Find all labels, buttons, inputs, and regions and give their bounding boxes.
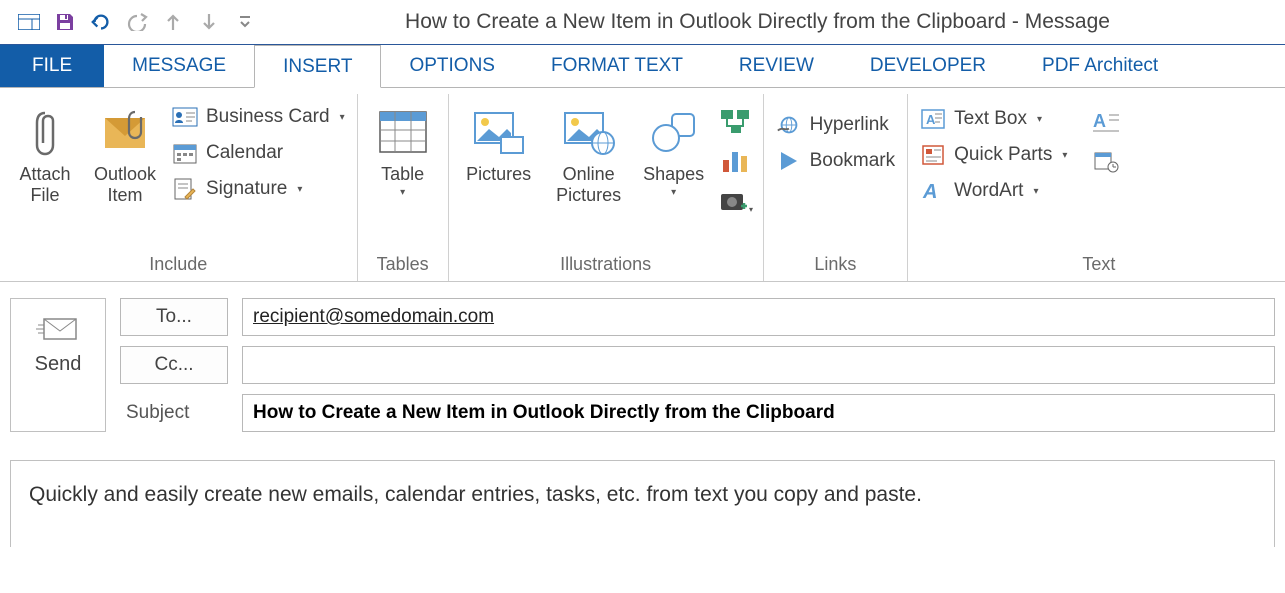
paperclip-icon xyxy=(30,102,60,162)
drop-cap-icon: A xyxy=(1091,109,1121,133)
send-button[interactable]: Send xyxy=(10,298,106,432)
group-include: Attach File Outlook Item Business Card ▾ xyxy=(0,94,358,281)
compose-header: Send To... Cc... Subject xyxy=(0,282,1285,432)
window-title: How to Create a New Item in Outlook Dire… xyxy=(270,10,1285,34)
bookmark-button[interactable]: Bookmark xyxy=(772,146,900,176)
text-box-button[interactable]: A Text Box ▾ xyxy=(916,104,1071,134)
previous-icon[interactable] xyxy=(162,11,184,33)
tab-format-text[interactable]: FORMAT TEXT xyxy=(523,45,711,87)
to-field[interactable] xyxy=(242,298,1275,336)
title-bar: How to Create a New Item in Outlook Dire… xyxy=(0,0,1285,45)
chart-icon xyxy=(721,148,751,174)
tab-review[interactable]: REVIEW xyxy=(711,45,842,87)
cc-button[interactable]: Cc... xyxy=(120,346,228,384)
group-label: Tables xyxy=(366,250,440,281)
group-tables: Table▾ Tables xyxy=(358,94,449,281)
group-text: A Text Box ▾ Quick Parts ▾ A WordA xyxy=(908,94,1133,281)
group-label: Text xyxy=(916,250,1125,281)
group-label: Illustrations xyxy=(457,250,755,281)
to-button[interactable]: To... xyxy=(120,298,228,336)
date-time-icon xyxy=(1093,149,1119,173)
outlook-item-icon xyxy=(101,102,149,162)
dropdown-arrow-icon: ▾ xyxy=(340,112,345,123)
ribbon-tabs: FILE MESSAGE INSERT OPTIONS FORMAT TEXT … xyxy=(0,45,1285,87)
online-pictures-button[interactable]: Online Pictures xyxy=(547,98,631,205)
shapes-button[interactable]: Shapes▾ xyxy=(637,98,711,198)
tab-insert[interactable]: INSERT xyxy=(254,45,381,88)
dropdown-arrow-icon: ▾ xyxy=(643,187,704,199)
drop-cap-button[interactable]: A xyxy=(1087,104,1125,138)
dropdown-arrow-icon: ▾ xyxy=(1037,114,1042,125)
chart-button[interactable] xyxy=(717,144,755,178)
hyperlink-button[interactable]: Hyperlink xyxy=(772,110,900,140)
dropdown-arrow-icon: ▾ xyxy=(297,184,302,195)
subject-field[interactable] xyxy=(242,394,1275,432)
ribbon: Attach File Outlook Item Business Card ▾ xyxy=(0,87,1285,282)
dropdown-arrow-icon: ▾ xyxy=(381,187,424,199)
business-card-button[interactable]: Business Card ▾ xyxy=(168,102,349,132)
quick-access-toolbar xyxy=(0,11,270,33)
tab-file[interactable]: FILE xyxy=(0,45,104,87)
quick-parts-icon xyxy=(920,142,946,168)
calendar-icon xyxy=(172,140,198,166)
svg-text:A: A xyxy=(926,112,936,127)
table-button[interactable]: Table▾ xyxy=(366,98,440,198)
bookmark-icon xyxy=(776,148,802,174)
message-body[interactable]: Quickly and easily create new emails, ca… xyxy=(10,460,1275,547)
dropdown-arrow-icon: ▾ xyxy=(1033,186,1038,197)
group-label: Include xyxy=(8,250,349,281)
shapes-icon xyxy=(650,102,698,162)
pictures-button[interactable]: Pictures xyxy=(457,98,541,185)
window-icon xyxy=(18,11,40,33)
customize-qat-icon[interactable] xyxy=(234,11,256,33)
business-card-icon xyxy=(172,104,198,130)
undo-icon[interactable] xyxy=(90,11,112,33)
tab-developer[interactable]: DEVELOPER xyxy=(842,45,1014,87)
signature-icon xyxy=(172,176,198,202)
svg-text:A: A xyxy=(1093,111,1106,131)
pictures-icon xyxy=(471,102,527,162)
group-links: Hyperlink Bookmark Links xyxy=(764,94,909,281)
redo-icon[interactable] xyxy=(126,11,148,33)
dropdown-arrow-icon: ▾ xyxy=(1062,150,1067,161)
tab-pdf-architect[interactable]: PDF Architect xyxy=(1014,45,1186,87)
quick-parts-button[interactable]: Quick Parts ▾ xyxy=(916,140,1071,170)
group-label: Links xyxy=(772,250,900,281)
next-icon[interactable] xyxy=(198,11,220,33)
screenshot-button[interactable]: ▾ xyxy=(717,184,755,218)
tab-message[interactable]: MESSAGE xyxy=(104,45,254,87)
svg-text:A: A xyxy=(922,181,937,202)
save-icon[interactable] xyxy=(54,11,76,33)
group-illustrations: Pictures Online Pictures Shapes▾ xyxy=(449,94,764,281)
text-box-icon: A xyxy=(920,106,946,132)
wordart-icon: A xyxy=(920,178,946,204)
subject-label: Subject xyxy=(120,402,228,424)
wordart-button[interactable]: A WordArt ▾ xyxy=(916,176,1071,206)
outlook-item-button[interactable]: Outlook Item xyxy=(88,98,162,205)
svg-text:▾: ▾ xyxy=(749,205,753,214)
calendar-button[interactable]: Calendar xyxy=(168,138,349,168)
screenshot-icon: ▾ xyxy=(719,188,753,214)
online-pictures-icon xyxy=(561,102,617,162)
send-icon xyxy=(36,313,80,345)
smartart-icon xyxy=(719,108,753,134)
hyperlink-icon xyxy=(776,112,802,138)
tab-options[interactable]: OPTIONS xyxy=(381,45,523,87)
attach-file-button[interactable]: Attach File xyxy=(8,98,82,205)
cc-field[interactable] xyxy=(242,346,1275,384)
date-time-button[interactable] xyxy=(1087,144,1125,178)
signature-button[interactable]: Signature ▾ xyxy=(168,174,349,204)
table-icon xyxy=(378,102,428,162)
smartart-button[interactable] xyxy=(717,104,755,138)
